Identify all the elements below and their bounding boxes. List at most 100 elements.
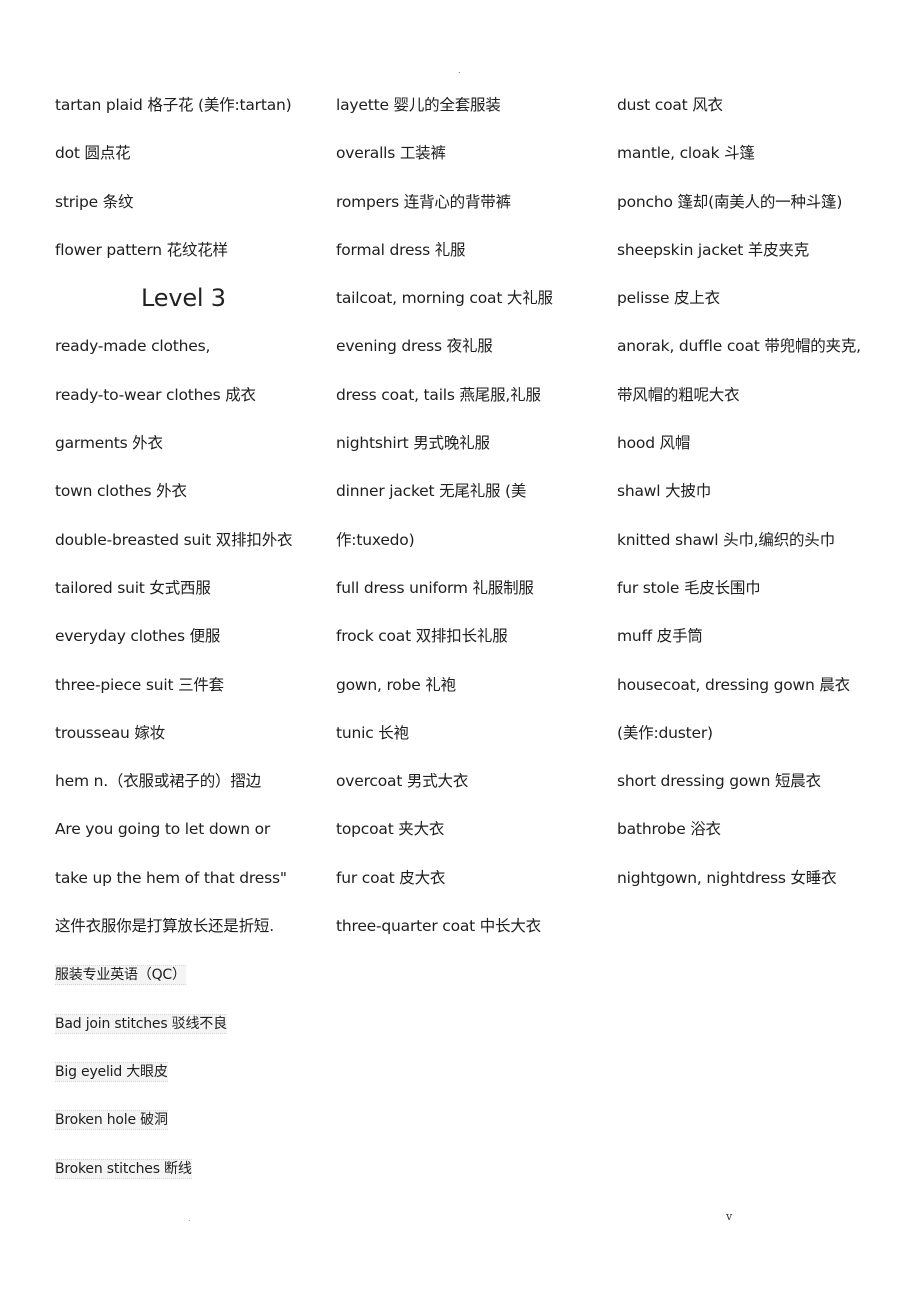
term-entry: 带风帽的粗呢大衣 [617, 382, 907, 430]
term-text: housecoat, dressing gown 晨衣 [617, 675, 850, 694]
term-entry: anorak, duffle coat 带兜帽的夹克, [617, 333, 907, 381]
term-text: 服装专业英语（QC） [55, 965, 186, 986]
term-text: mantle, cloak 斗篷 [617, 144, 755, 163]
term-text: nightgown, nightdress 女睡衣 [617, 868, 837, 887]
term-entry: three-piece suit 三件套 [55, 672, 325, 720]
term-text: overcoat 男式大衣 [336, 772, 469, 791]
term-entry: layette 婴儿的全套服装 [336, 92, 606, 140]
term-entry: garments 外衣 [55, 430, 325, 478]
term-text: frock coat 双排扣长礼服 [336, 627, 508, 646]
qc-term-entry: Broken stitches 断线 [55, 1155, 325, 1203]
term-text: fur stole 毛皮长围巾 [617, 578, 761, 597]
term-entry: rompers 连背心的背带裤 [336, 189, 606, 237]
term-text: poncho 篷却(南美人的一种斗篷) [617, 192, 843, 211]
term-text: Bad join stitches 驳线不良 [55, 1013, 227, 1034]
term-text: 作:tuxedo) [336, 530, 415, 549]
term-text: tailcoat, morning coat 大礼服 [336, 289, 553, 308]
term-entry: formal dress 礼服 [336, 237, 606, 285]
term-entry: pelisse 皮上衣 [617, 285, 907, 333]
term-text: hem n.（衣服或裙子的）摺边 [55, 772, 261, 791]
term-text: shawl 大披巾 [617, 482, 712, 501]
term-text: bathrobe 浴衣 [617, 820, 721, 839]
term-entry: muff 皮手筒 [617, 623, 907, 671]
term-entry: hood 风帽 [617, 430, 907, 478]
term-entry: overcoat 男式大衣 [336, 768, 606, 816]
term-entry: tunic 长袍 [336, 720, 606, 768]
term-text: (美作:duster) [617, 723, 713, 742]
term-text: three-piece suit 三件套 [55, 675, 224, 694]
term-entry: (美作:duster) [617, 720, 907, 768]
term-entry: mantle, cloak 斗篷 [617, 140, 907, 188]
term-text: town clothes 外衣 [55, 482, 187, 501]
term-text: 这件衣服你是打算放长还是折短. [55, 917, 274, 936]
term-text: 带风帽的粗呢大衣 [617, 385, 740, 404]
term-text: three-quarter coat 中长大衣 [336, 917, 541, 936]
section-heading-text: Level 3 [141, 284, 226, 313]
term-text: layette 婴儿的全套服装 [336, 96, 501, 114]
term-entry: nightshirt 男式晚礼服 [336, 430, 606, 478]
term-text: stripe 条纹 [55, 192, 134, 211]
footer-mark-left: . [188, 1214, 191, 1223]
term-text: dinner jacket 无尾礼服 (美 [336, 482, 527, 501]
term-entry: overalls 工装裤 [336, 140, 606, 188]
term-text: take up the hem of that dress" [55, 868, 287, 887]
term-entry: flower pattern 花纹花样 [55, 237, 325, 285]
term-text: dot 圆点花 [55, 144, 131, 163]
qc-term-entry: Big eyelid 大眼皮 [55, 1058, 325, 1106]
term-text: Broken hole 破洞 [55, 1110, 168, 1131]
term-entry: sheepskin jacket 羊皮夹克 [617, 237, 907, 285]
term-text: formal dress 礼服 [336, 240, 466, 259]
term-text: overalls 工装裤 [336, 144, 446, 163]
term-entry: topcoat 夹大衣 [336, 816, 606, 864]
term-entry: tartan plaid 格子花 (美作:tartan) [55, 92, 325, 140]
term-entry: stripe 条纹 [55, 189, 325, 237]
term-entry: trousseau 嫁妆 [55, 720, 325, 768]
term-entry: full dress uniform 礼服制服 [336, 575, 606, 623]
term-text: evening dress 夜礼服 [336, 337, 493, 356]
document-page: . tartan plaid 格子花 (美作:tartan) dot 圆点花 str… [0, 0, 920, 1302]
term-entry: shawl 大披巾 [617, 478, 907, 526]
term-entry: tailcoat, morning coat 大礼服 [336, 285, 606, 333]
term-text: ready-to-wear clothes 成衣 [55, 385, 256, 404]
term-entry: 作:tuxedo) [336, 527, 606, 575]
term-text: dust coat 风衣 [617, 96, 723, 114]
term-entry: dot 圆点花 [55, 140, 325, 188]
term-text: tartan plaid 格子花 (美作:tartan) [55, 96, 292, 114]
section-heading: Level 3 [55, 285, 325, 333]
term-entry: housecoat, dressing gown 晨衣 [617, 672, 907, 720]
term-text: nightshirt 男式晚礼服 [336, 434, 490, 453]
term-text: gown, robe 礼袍 [336, 675, 456, 694]
term-text: pelisse 皮上衣 [617, 289, 720, 308]
column-2: layette 婴儿的全套服装 overalls 工装裤 rompers 连背心的背… [336, 92, 606, 961]
term-entry: bathrobe 浴衣 [617, 816, 907, 864]
term-text: flower pattern 花纹花样 [55, 240, 228, 259]
term-entry: fur coat 皮大衣 [336, 865, 606, 913]
term-entry: town clothes 外衣 [55, 478, 325, 526]
qc-term-entry: Broken hole 破洞 [55, 1106, 325, 1154]
qc-term-entry: Bad join stitches 驳线不良 [55, 1010, 325, 1058]
term-text: everyday clothes 便服 [55, 627, 221, 646]
term-entry: Are you going to let down or [55, 816, 325, 864]
column-1: tartan plaid 格子花 (美作:tartan) dot 圆点花 strip… [55, 92, 325, 1203]
term-entry: dinner jacket 无尾礼服 (美 [336, 478, 606, 526]
term-entry: dust coat 风衣 [617, 92, 907, 140]
qc-term-entry: 服装专业英语（QC） [55, 961, 325, 1009]
footer-mark-right: v [726, 1210, 733, 1223]
term-text: sheepskin jacket 羊皮夹克 [617, 240, 810, 259]
term-text: tunic 长袍 [336, 723, 409, 742]
term-entry: ready-made clothes, [55, 333, 325, 381]
term-text: tailored suit 女式西服 [55, 578, 211, 597]
term-text: Big eyelid 大眼皮 [55, 1061, 168, 1082]
term-text: Broken stitches 断线 [55, 1158, 192, 1179]
term-entry: take up the hem of that dress" [55, 865, 325, 913]
term-text: hood 风帽 [617, 434, 691, 453]
term-entry: tailored suit 女式西服 [55, 575, 325, 623]
term-text: garments 外衣 [55, 434, 163, 453]
term-entry: gown, robe 礼袍 [336, 672, 606, 720]
term-entry: short dressing gown 短晨衣 [617, 768, 907, 816]
term-text: anorak, duffle coat 带兜帽的夹克, [617, 337, 861, 356]
term-entry: evening dress 夜礼服 [336, 333, 606, 381]
term-text: full dress uniform 礼服制服 [336, 578, 534, 597]
term-text: trousseau 嫁妆 [55, 723, 165, 742]
term-entry: dress coat, tails 燕尾服,礼服 [336, 382, 606, 430]
